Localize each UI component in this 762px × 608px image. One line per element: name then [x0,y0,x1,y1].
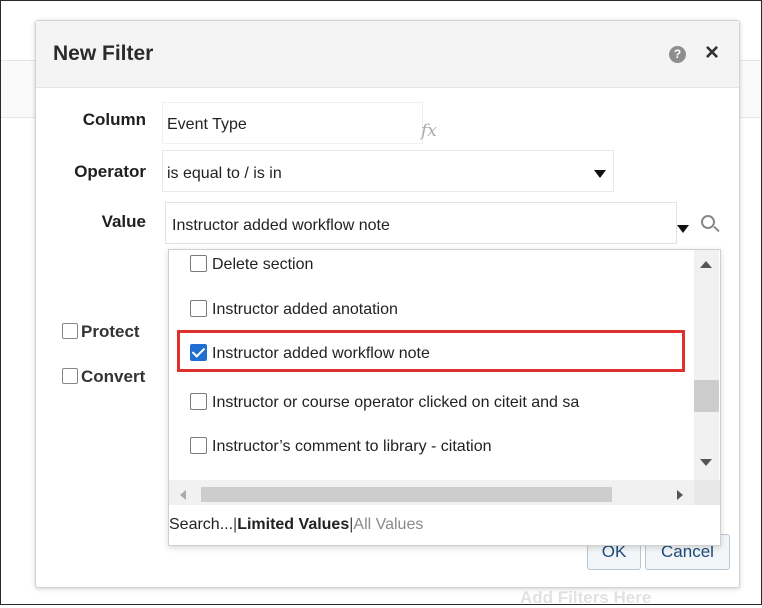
list-item-checkbox[interactable] [190,393,207,410]
operator-value: is equal to / is in [167,165,282,182]
value-dropdown-list: Delete section Instructor added anotatio… [168,249,721,546]
protect-checkbox-box[interactable] [62,323,78,339]
scroll-up-arrow-icon[interactable] [700,261,712,268]
value-label: Value [101,212,146,231]
limited-values-link[interactable]: Limited Values [237,516,349,533]
protect-checkbox[interactable]: Protect [62,322,140,342]
fx-icon[interactable]: fx [421,121,437,141]
list-item-checkbox[interactable] [190,255,207,272]
list-item-label: Delete section [212,256,314,273]
column-value: Event Type [167,116,247,133]
dialog-header: New Filter ? × [36,21,739,88]
list-item-label: Instructor added anotation [212,301,398,318]
vertical-scrollbar-thumb[interactable] [694,380,719,412]
list-item-label: Instructor or course operator clicked on… [212,394,580,411]
value-value: Instructor added workflow note [172,217,390,234]
search-icon[interactable] [701,215,715,229]
dropdown-footer: Search...|Limited Values|All Values [169,516,423,534]
help-icon[interactable]: ? [669,46,686,63]
scrollbar-corner [694,480,720,505]
list-item-instructor-added-anotation[interactable]: Instructor added anotation [190,300,688,319]
column-label: Column [82,110,146,129]
value-chevron-down-icon[interactable] [677,225,689,233]
list-item-instructor-or-course-operator[interactable]: Instructor or course operator clicked on… [190,393,688,412]
operator-label: Operator [74,162,146,181]
scroll-down-arrow-icon[interactable] [700,459,712,466]
horizontal-scrollbar-thumb[interactable] [201,487,612,502]
list-item-delete-section[interactable]: Delete section [190,255,688,274]
scroll-left-arrow-icon[interactable] [180,490,186,500]
all-values-link[interactable]: All Values [353,516,423,533]
vertical-scrollbar[interactable] [694,250,719,480]
list-item-checkbox[interactable] [190,300,207,317]
scroll-right-arrow-icon[interactable] [677,490,683,500]
dialog-title: New Filter [53,42,154,65]
protect-label: Protect [81,322,140,341]
search-link[interactable]: Search... [169,516,233,533]
list-item-checkbox[interactable] [190,437,207,454]
close-icon[interactable]: × [705,39,719,67]
list-item-label: Instructor’s comment to library - citati… [212,438,492,455]
convert-checkbox-box[interactable] [62,368,78,384]
convert-checkbox[interactable]: Convert [62,367,145,387]
add-filters-here-text: Add Filters Here [520,588,652,607]
convert-label: Convert [81,367,146,386]
selection-highlight-box [177,330,685,372]
list-item-instructors-comment-to-library[interactable]: Instructor’s comment to library - citati… [190,437,688,456]
operator-chevron-down-icon[interactable] [594,170,606,178]
